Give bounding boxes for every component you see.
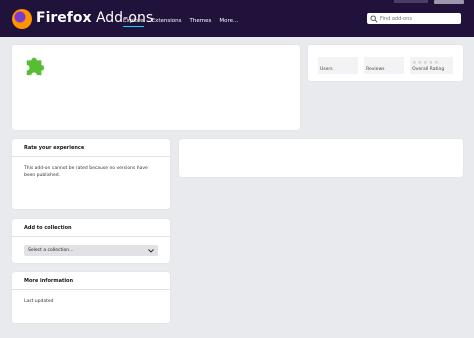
more-info-title: More information [24,278,74,284]
star-icon: ★ [428,60,434,66]
star-icon: ★ [434,60,439,66]
collection-title: Add to collection [24,225,72,231]
details-card [179,139,463,177]
addon-header-card [12,45,300,130]
rating-label: Overall Rating [412,67,445,72]
main-nav: Explore Extensions Themes More… [123,18,239,27]
collection-select[interactable]: Select a collection… [24,245,158,256]
star-icon: ★ [423,60,428,66]
nav-extensions[interactable]: Extensions [152,18,182,27]
firefox-logo-icon[interactable] [12,9,32,29]
search-input[interactable] [378,13,460,24]
reviews-stat[interactable]: Reviews [364,57,405,74]
nav-themes[interactable]: Themes [190,18,212,27]
login-button[interactable] [434,0,464,4]
collection-card: Add to collection Select a collection… [12,219,170,263]
puzzle-piece-icon [26,57,45,76]
nav-more[interactable]: More… [219,18,238,27]
star-icon: ★ [412,60,417,66]
reviews-label: Reviews [366,67,385,72]
chevron-down-icon [148,248,154,253]
users-stat: Users [318,57,359,74]
rating-stars: ★ ★ ★ ★ ★ [412,60,438,66]
collection-select-value: Select a collection… [28,248,74,253]
more-info-card: More information Last updated [12,272,170,323]
rate-card: Rate your experience This add-on cannot … [12,139,170,209]
site-header: Firefox Add-ons Explore Extensions Theme… [0,0,474,37]
star-icon: ★ [417,60,423,66]
top-link-placeholder[interactable] [394,0,428,3]
top-links [394,0,464,5]
stats-card: Users Reviews ★ ★ ★ ★ ★ Overall Rating [308,45,463,81]
brand-bold: Firefox [36,10,92,26]
last-updated-label: Last updated [24,299,54,304]
search-box[interactable] [367,13,461,24]
rating-stat: ★ ★ ★ ★ ★ Overall Rating [410,57,453,74]
search-icon [370,14,378,23]
rate-title: Rate your experience [24,145,85,151]
divider [12,236,170,237]
rate-message: This add-on cannot be rated because no v… [24,166,148,178]
users-label: Users [320,67,333,72]
nav-explore[interactable]: Explore [123,18,144,27]
